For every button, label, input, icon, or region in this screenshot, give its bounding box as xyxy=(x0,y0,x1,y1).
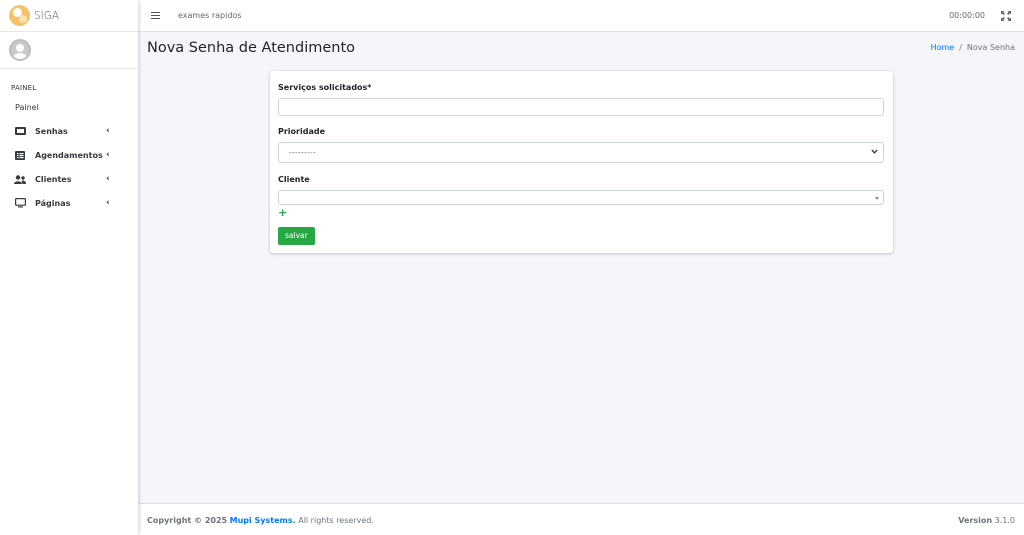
brand-logo-icon xyxy=(9,5,30,26)
sidebar-item-senhas[interactable]: Senhas ‹ xyxy=(0,119,138,143)
breadcrumb-current: Nova Senha xyxy=(966,43,1015,52)
rights-text: All rights reserved. xyxy=(298,516,374,525)
page-title: Nova Senha de Atendimento xyxy=(147,40,356,56)
sidebar-item-label: Agendamentos xyxy=(35,150,103,160)
sidebar-item-agendamentos[interactable]: Agendamentos ‹ xyxy=(0,143,138,167)
add-cliente-icon[interactable]: + xyxy=(278,207,287,218)
hamburger-menu-icon[interactable] xyxy=(151,11,160,20)
brand-name: SIGA xyxy=(34,9,60,22)
save-button[interactable]: salvar xyxy=(278,227,315,245)
chevron-left-icon: ‹ xyxy=(106,174,110,184)
sidebar-item-label: Painel xyxy=(15,102,39,112)
user-panel xyxy=(0,32,138,69)
exames-rapidos-link[interactable]: exames rapidos xyxy=(178,11,241,20)
fullscreen-icon[interactable] xyxy=(1001,11,1011,21)
version-number: 3.1.0 xyxy=(994,516,1015,525)
nav-header-painel: PAINEL xyxy=(11,84,37,92)
breadcrumb-separator: / xyxy=(959,43,962,52)
sidebar-item-label: Clientes xyxy=(35,174,72,184)
brand-link[interactable]: SIGA xyxy=(0,0,138,32)
chevron-left-icon: ‹ xyxy=(106,198,110,208)
cliente-select[interactable] xyxy=(278,190,884,205)
form-card: Serviços solicitados* Prioridade -------… xyxy=(270,71,893,253)
footer-copyright: Copyright © 2025 Mupi Systems. All right… xyxy=(147,516,374,525)
sidebar-item-label: Páginas xyxy=(35,198,71,208)
prioridade-label: Prioridade xyxy=(278,127,326,136)
company-link[interactable]: Mupi Systems. xyxy=(230,516,296,525)
chevron-left-icon: ‹ xyxy=(106,126,110,136)
sidebar-item-clientes[interactable]: Clientes ‹ xyxy=(0,167,138,191)
content-header: Nova Senha de Atendimento Home / Nova Se… xyxy=(147,40,1017,60)
top-navbar: exames rapidos 00:00:00 xyxy=(138,0,1024,32)
users-icon xyxy=(14,174,26,184)
footer-version: Version 3.1.0 xyxy=(958,516,1015,525)
sidebar-item-painel[interactable]: Painel xyxy=(0,95,138,119)
clock-display: 00:00:00 xyxy=(949,11,985,20)
ticket-icon xyxy=(14,126,26,136)
monitor-icon xyxy=(14,198,26,208)
breadcrumb-home-link[interactable]: Home xyxy=(931,43,955,52)
cliente-label: Cliente xyxy=(278,175,310,184)
list-icon xyxy=(14,150,26,160)
dropdown-arrow-icon xyxy=(875,197,879,200)
chevron-down-icon xyxy=(871,148,878,157)
chevron-left-icon: ‹ xyxy=(106,150,110,160)
breadcrumb: Home / Nova Senha xyxy=(931,43,1015,52)
copyright-text: Copyright © 2025 xyxy=(147,516,228,525)
sidebar-item-label: Senhas xyxy=(35,126,68,136)
sidebar: SIGA PAINEL Painel Senhas ‹ Agendamentos… xyxy=(0,0,138,535)
servicos-label: Serviços solicitados* xyxy=(278,83,372,92)
servicos-input[interactable] xyxy=(278,98,884,116)
prioridade-selected-value: --------- xyxy=(289,149,317,157)
sidebar-item-paginas[interactable]: Páginas ‹ xyxy=(0,191,138,215)
version-label: Version xyxy=(958,516,993,525)
footer: Copyright © 2025 Mupi Systems. All right… xyxy=(138,503,1024,535)
avatar[interactable] xyxy=(9,39,31,61)
prioridade-select[interactable]: --------- xyxy=(278,142,884,163)
